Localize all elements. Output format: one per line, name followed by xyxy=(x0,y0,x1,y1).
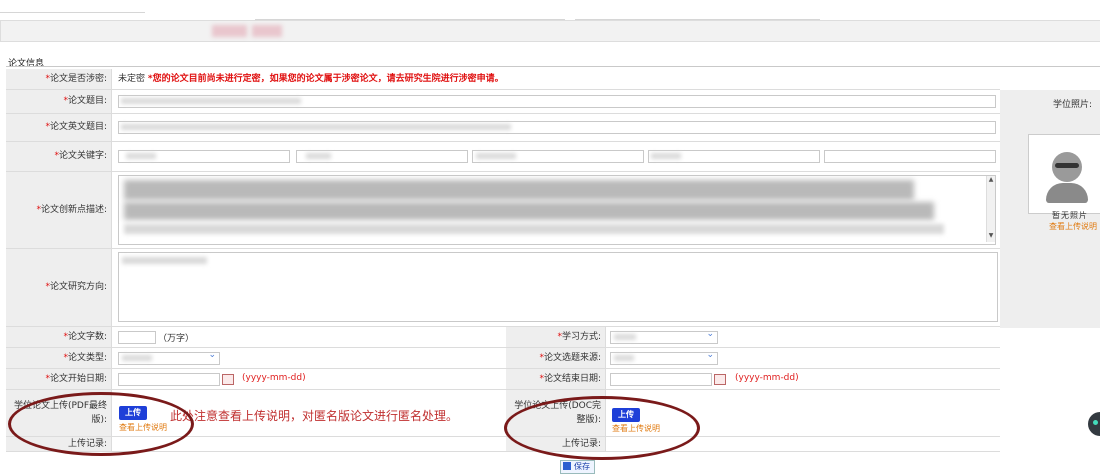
direction-textarea[interactable] xyxy=(118,252,998,322)
form-row-innovation: *论文创新点描述: ▲ ▼ xyxy=(6,172,1000,249)
calendar-icon[interactable] xyxy=(714,374,726,385)
annotation-ring xyxy=(8,392,194,456)
photo-placeholder: 暂无照片 xyxy=(1052,211,1088,220)
form-row-keywords: *论文关键字: xyxy=(6,142,1000,172)
top-header xyxy=(0,0,1100,48)
label-keywords: *论文关键字: xyxy=(6,142,112,171)
form-row-wordcount: *论文字数: （万字） *学习方式: ⌄ xyxy=(6,327,1000,348)
start-date-input[interactable] xyxy=(118,373,220,386)
section-divider xyxy=(6,66,1100,67)
redacted-text xyxy=(124,180,914,200)
redacted-text xyxy=(476,153,516,159)
form-row-secret: *论文是否涉密: 未定密 *您的论文目前尚未进行定密，如果您的论文属于涉密论文，… xyxy=(6,69,1000,90)
secret-notice: *您的论文目前尚未进行定密，如果您的论文属于涉密论文，请去研究生院进行涉密申请。 xyxy=(147,74,504,84)
save-icon xyxy=(563,462,571,470)
secret-value: 未定密 xyxy=(118,74,146,84)
word-count-input[interactable] xyxy=(118,331,156,344)
chevron-down-icon: ⌄ xyxy=(706,350,714,360)
start-date-hint: (yyyy-mm-dd) xyxy=(242,373,306,383)
redacted-text xyxy=(122,257,207,264)
redacted-text xyxy=(122,355,152,361)
redacted-text xyxy=(124,202,934,220)
label-secret: *论文是否涉密: xyxy=(6,69,112,89)
field-secret: 未定密 *您的论文目前尚未进行定密，如果您的论文属于涉密论文，请去研究生院进行涉… xyxy=(114,69,1000,89)
redacted-name xyxy=(212,25,247,37)
header-divider xyxy=(0,12,145,13)
label-end-date: *论文结束日期: xyxy=(506,369,606,389)
status-dot-icon xyxy=(1093,420,1098,425)
label-title-en: *论文英文题目: xyxy=(6,114,112,141)
redacted-text xyxy=(121,124,511,130)
photo-label: 学位照片: xyxy=(1000,90,1100,120)
form-row-direction: *论文研究方向: xyxy=(6,249,1000,327)
label-start-date: *论文开始日期: xyxy=(6,369,112,389)
end-date-input[interactable] xyxy=(610,373,712,386)
label-word-count: *论文字数: xyxy=(6,327,112,347)
label-type: *论文类型: xyxy=(6,348,112,368)
word-count-unit: （万字） xyxy=(158,334,195,344)
redacted-text xyxy=(126,153,156,159)
form-row-title: *论文题目: xyxy=(6,90,1000,114)
chevron-down-icon: ⌄ xyxy=(208,350,216,360)
label-direction: *论文研究方向: xyxy=(6,249,112,326)
scroll-up-icon[interactable]: ▲ xyxy=(987,176,995,184)
innovation-scrollbar[interactable]: ▲ ▼ xyxy=(986,176,995,242)
redacted-text xyxy=(614,355,634,361)
end-date-hint: (yyyy-mm-dd) xyxy=(735,373,799,383)
section-title: 论文信息 xyxy=(8,59,45,69)
header-info-bar xyxy=(0,20,1100,42)
label-title: *论文题目: xyxy=(6,90,112,113)
avatar-icon xyxy=(1046,183,1088,203)
form-row-type: *论文类型: ⌄ *论文选题来源: ⌄ xyxy=(6,348,1000,369)
avatar-icon xyxy=(1055,163,1079,168)
redacted-text xyxy=(614,334,636,340)
calendar-icon[interactable] xyxy=(222,374,234,385)
save-button[interactable]: 保存 xyxy=(560,460,595,474)
label-study-mode: *学习方式: xyxy=(506,327,606,347)
label-innovation: *论文创新点描述: xyxy=(6,172,112,248)
scroll-down-icon[interactable]: ▼ xyxy=(987,232,995,240)
redacted-text xyxy=(306,153,331,159)
redacted-text xyxy=(651,153,681,159)
redacted-name xyxy=(252,25,282,37)
chevron-down-icon: ⌄ xyxy=(706,329,714,339)
form-row-dates: *论文开始日期: (yyyy-mm-dd) *论文结束日期: (yyyy-mm-… xyxy=(6,369,1000,390)
photo-help-link[interactable]: 查看上传说明 xyxy=(1049,221,1097,232)
redacted-text xyxy=(121,98,301,104)
upload-annotation: 此处注意查看上传说明，对匿名版论文进行匿名处理。 xyxy=(170,409,459,423)
redacted-text xyxy=(124,224,944,234)
label-source: *论文选题来源: xyxy=(506,348,606,368)
annotation-ring xyxy=(504,396,700,460)
keyword-input-5[interactable] xyxy=(824,150,996,163)
form-row-title-en: *论文英文题目: xyxy=(6,114,1000,142)
